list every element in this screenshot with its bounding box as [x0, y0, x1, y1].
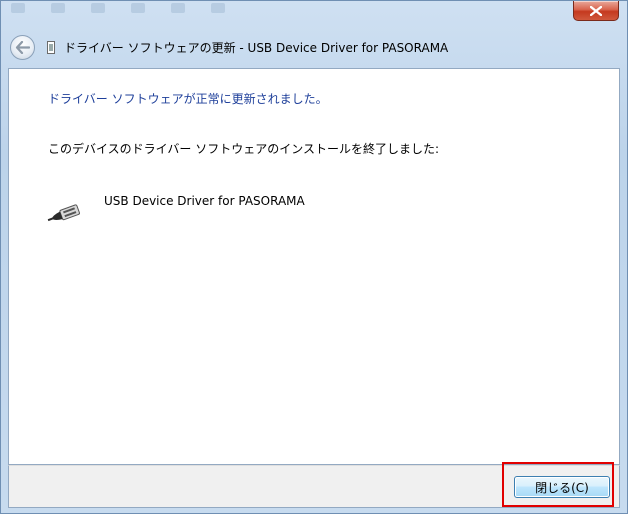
back-button[interactable] [10, 35, 35, 60]
background-window-ghost [11, 3, 225, 17]
install-message: このデバイスのドライバー ソフトウェアのインストールを終了しました: [48, 142, 440, 156]
back-arrow-icon [15, 41, 30, 54]
window-close-button[interactable] [573, 1, 619, 21]
close-icon [590, 5, 602, 16]
window-title: ドライバー ソフトウェアの更新 - USB Device Driver for … [64, 41, 449, 55]
content-panel: ドライバー ソフトウェアが正常に更新されました。 このデバイスのドライバー ソフ… [8, 68, 620, 465]
device-name: USB Device Driver for PASORAMA [104, 194, 305, 208]
usb-plug-icon [47, 204, 80, 222]
success-heading: ドライバー ソフトウェアが正常に更新されました。 [48, 92, 328, 106]
driver-icon [47, 41, 55, 54]
close-button[interactable]: 閉じる(C) [514, 476, 610, 498]
window-frame: ドライバー ソフトウェアの更新 - USB Device Driver for … [0, 0, 628, 514]
